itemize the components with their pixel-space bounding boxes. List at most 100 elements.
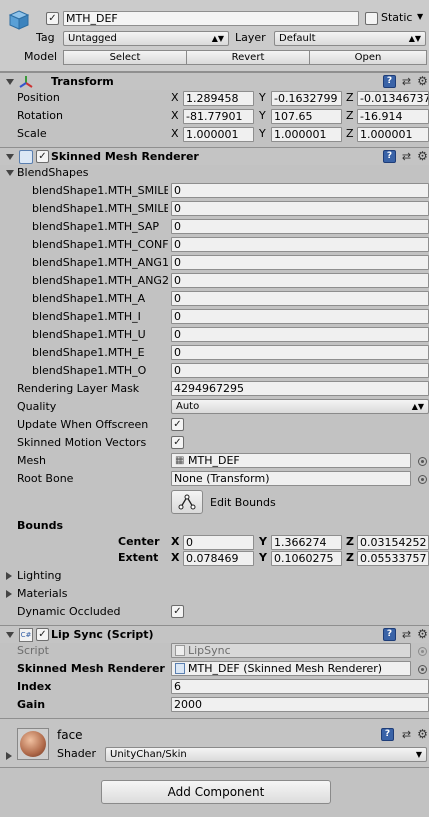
skinned-mesh-enabled-checkbox[interactable]: ✓	[36, 150, 49, 163]
rotation-z-field[interactable]: -16.914	[357, 109, 429, 124]
position-z-field[interactable]: -0.01346737	[357, 91, 429, 106]
rotation-row: Rotation X -81.77901 Y 107.65 Z -16.914	[0, 107, 429, 125]
blendshape-value-field[interactable]: 0	[171, 363, 429, 378]
index-field[interactable]: 6	[171, 679, 429, 694]
gear-icon[interactable]: ⚙	[416, 628, 429, 641]
layer-dropdown[interactable]: Default ▲▼	[274, 31, 426, 46]
axis-x-label[interactable]: X	[171, 125, 183, 143]
static-dropdown-arrow[interactable]: ▼	[417, 12, 423, 21]
lipsync-enabled-checkbox[interactable]: ✓	[36, 628, 49, 641]
foldout-arrow-icon[interactable]	[6, 170, 14, 176]
rotation-y-field[interactable]: 107.65	[271, 109, 342, 124]
index-label: Index	[17, 680, 52, 693]
blendshape-value-field[interactable]: 0	[171, 219, 429, 234]
blendshape-value-field[interactable]: 0	[171, 237, 429, 252]
object-picker-icon[interactable]	[418, 457, 427, 466]
blendshape-value-field[interactable]: 0	[171, 327, 429, 342]
lighting-foldout[interactable]: Lighting	[0, 567, 429, 585]
axis-y-label[interactable]: Y	[259, 107, 271, 125]
blendshape-row: blendShape1.MTH_U 0	[0, 326, 429, 344]
lipsync-header[interactable]: C# ✓ Lip Sync (Script) ? ⇄ ⚙	[0, 625, 429, 643]
skinned-mesh-renderer-header[interactable]: ✓ Skinned Mesh Renderer ? ⇄ ⚙	[0, 147, 429, 165]
foldout-arrow-icon[interactable]	[6, 79, 14, 85]
rotation-x-field[interactable]: -81.77901	[183, 109, 254, 124]
foldout-arrow-icon[interactable]	[6, 572, 12, 580]
scale-z-field[interactable]: 1.000001	[357, 127, 429, 142]
presets-sliders-icon[interactable]: ⇄	[400, 75, 413, 88]
scale-y-field[interactable]: 1.000001	[271, 127, 342, 142]
root-bone-field[interactable]: None (Transform)	[171, 471, 411, 486]
blendshapes-foldout[interactable]: BlendShapes	[0, 164, 429, 182]
materials-foldout[interactable]: Materials	[0, 585, 429, 603]
axis-x-label[interactable]: X	[171, 549, 183, 567]
index-row: Index 6	[0, 678, 429, 696]
object-picker-icon[interactable]	[418, 475, 427, 484]
transform-header[interactable]: Transform ? ⇄ ⚙	[0, 72, 429, 90]
position-row: Position X 1.289458 Y -0.1632799 Z -0.01…	[0, 89, 429, 107]
object-name-input[interactable]: MTH_DEF	[63, 11, 359, 26]
edit-bounds-button[interactable]	[171, 490, 203, 514]
help-book-icon[interactable]: ?	[383, 75, 396, 88]
smr-field[interactable]: MTH_DEF (Skinned Mesh Renderer)	[171, 661, 411, 676]
gear-icon[interactable]: ⚙	[416, 75, 429, 88]
help-book-icon[interactable]: ?	[383, 150, 396, 163]
active-checkbox[interactable]: ✓	[46, 12, 59, 25]
help-book-icon[interactable]: ?	[381, 728, 394, 741]
blendshape-value-field[interactable]: 0	[171, 201, 429, 216]
foldout-arrow-icon[interactable]	[6, 632, 14, 638]
blendshape-row: blendShape1.MTH_I 0	[0, 308, 429, 326]
shader-dropdown[interactable]: UnityChan/Skin ▼	[105, 747, 427, 762]
object-picker-icon[interactable]	[418, 665, 427, 674]
gear-icon[interactable]: ⚙	[416, 150, 429, 163]
presets-sliders-icon[interactable]: ⇄	[400, 728, 413, 741]
gain-field[interactable]: 2000	[171, 697, 429, 712]
static-checkbox[interactable]	[365, 12, 378, 25]
dynamic-occluded-checkbox[interactable]: ✓	[171, 605, 184, 618]
skinned-mesh-icon	[19, 150, 33, 164]
axis-x-label[interactable]: X	[171, 107, 183, 125]
material-preview-icon[interactable]	[17, 728, 49, 760]
add-component-button[interactable]: Add Component	[101, 780, 331, 804]
model-label: Model	[24, 50, 58, 63]
blendshape-value-field[interactable]: 0	[171, 255, 429, 270]
blendshape-value-field[interactable]: 0	[171, 183, 429, 198]
gear-icon[interactable]: ⚙	[416, 728, 429, 741]
blendshape-name: blendShape1.MTH_O	[32, 364, 147, 377]
model-select-button[interactable]: Select	[63, 50, 187, 65]
position-x-field[interactable]: 1.289458	[183, 91, 254, 106]
axis-x-label[interactable]: X	[171, 89, 183, 107]
center-y-field[interactable]: 1.366274	[271, 535, 342, 550]
tag-dropdown[interactable]: Untagged ▲▼	[63, 31, 229, 46]
center-x-field[interactable]: 0	[183, 535, 254, 550]
axis-y-label[interactable]: Y	[259, 89, 271, 107]
rendering-layer-mask-field[interactable]: 4294967295	[171, 381, 429, 396]
blendshape-value-field[interactable]: 0	[171, 291, 429, 306]
extent-x-field[interactable]: 0.078469	[183, 551, 254, 566]
motion-vectors-checkbox[interactable]: ✓	[171, 436, 184, 449]
quality-value: Auto	[176, 401, 200, 412]
update-offscreen-checkbox[interactable]: ✓	[171, 418, 184, 431]
smr-row: Skinned Mesh Renderer MTH_DEF (Skinned M…	[0, 660, 429, 678]
presets-sliders-icon[interactable]: ⇄	[400, 628, 413, 641]
root-bone-label: Root Bone	[17, 472, 74, 485]
scale-x-field[interactable]: 1.000001	[183, 127, 254, 142]
position-y-field[interactable]: -0.1632799	[271, 91, 342, 106]
model-open-button[interactable]: Open	[309, 50, 427, 65]
blendshape-name: blendShape1.MTH_U	[32, 328, 146, 341]
foldout-arrow-icon[interactable]	[6, 590, 12, 598]
extent-y-field[interactable]: 0.1060275	[271, 551, 342, 566]
blendshape-value-field[interactable]: 0	[171, 309, 429, 324]
axis-y-label[interactable]: Y	[259, 549, 271, 567]
help-book-icon[interactable]: ?	[383, 628, 396, 641]
presets-sliders-icon[interactable]: ⇄	[400, 150, 413, 163]
blendshape-value-field[interactable]: 0	[171, 273, 429, 288]
foldout-arrow-icon[interactable]	[6, 154, 14, 160]
model-revert-button[interactable]: Revert	[186, 50, 310, 65]
extent-z-field[interactable]: 0.05533757	[357, 551, 429, 566]
axis-y-label[interactable]: Y	[259, 125, 271, 143]
foldout-arrow-icon[interactable]	[6, 752, 12, 760]
blendshape-value-field[interactable]: 0	[171, 345, 429, 360]
quality-dropdown[interactable]: Auto ▲▼	[171, 399, 429, 414]
center-z-field[interactable]: 0.03154252	[357, 535, 429, 550]
mesh-field[interactable]: ▦ MTH_DEF	[171, 453, 411, 468]
